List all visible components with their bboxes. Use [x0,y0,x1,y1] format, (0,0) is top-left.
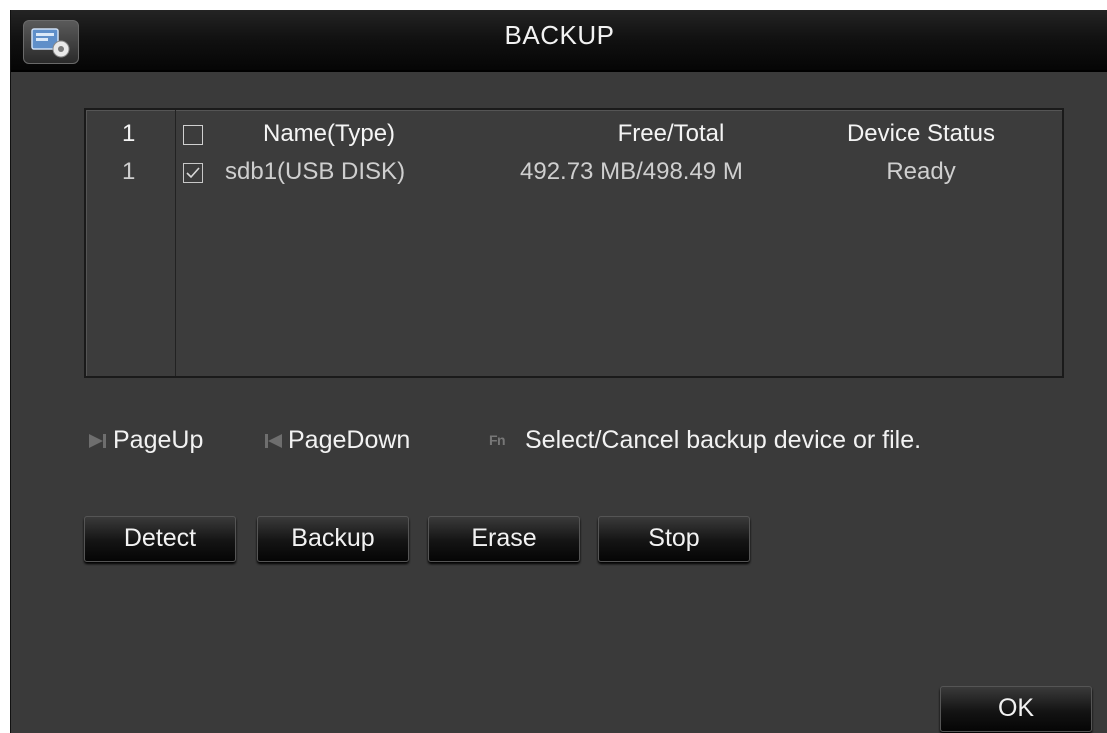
title-bar: BACKUP [11,10,1107,72]
hint-pagedown: PageDown [262,426,410,455]
row-device-name: sdb1(USB DISK) [225,158,406,185]
hint-pageup-label: PageUp [113,426,204,454]
page-up-icon [89,434,106,449]
erase-button[interactable]: Erase [428,516,580,562]
row-free-total: 492.73 MB/498.49 M [520,158,743,185]
hint-pagedown-label: PageDown [288,426,411,454]
fn-key-icon: Fn [489,432,506,449]
header-index: 1 [122,120,136,147]
header-name-type: Name(Type) [263,120,396,147]
hint-select-label: Select/Cancel backup device or file. [525,426,922,454]
select-all-checkbox[interactable] [183,125,205,147]
stop-button[interactable]: Stop [598,516,750,562]
table-header: 1 Name(Type) Free/Total Device Status [86,120,1062,160]
device-table: 1 Name(Type) Free/Total Device Status 1 … [84,108,1064,378]
checkmark-icon [183,163,203,183]
hint-pageup: PageUp [87,426,203,455]
table-row[interactable]: 1 sdb1(USB DISK) 492.73 MB/498.49 M Read… [86,158,1062,198]
row-device-status: Ready [886,158,956,185]
backup-button[interactable]: Backup [257,516,409,562]
detect-button[interactable]: Detect [84,516,236,562]
header-free-total: Free/Total [617,120,725,147]
row-checkbox[interactable] [183,163,205,185]
backup-window: BACKUP 1 Name(Type) Free/Total Device St… [10,10,1107,733]
checkbox-empty-icon [183,125,203,145]
window-title: BACKUP [504,20,615,50]
page-down-icon [265,434,282,449]
hint-select: Fn Select/Cancel backup device or file. [489,426,921,455]
row-index: 1 [122,158,136,185]
header-device-status: Device Status [846,120,996,147]
ok-button[interactable]: OK [940,686,1092,732]
